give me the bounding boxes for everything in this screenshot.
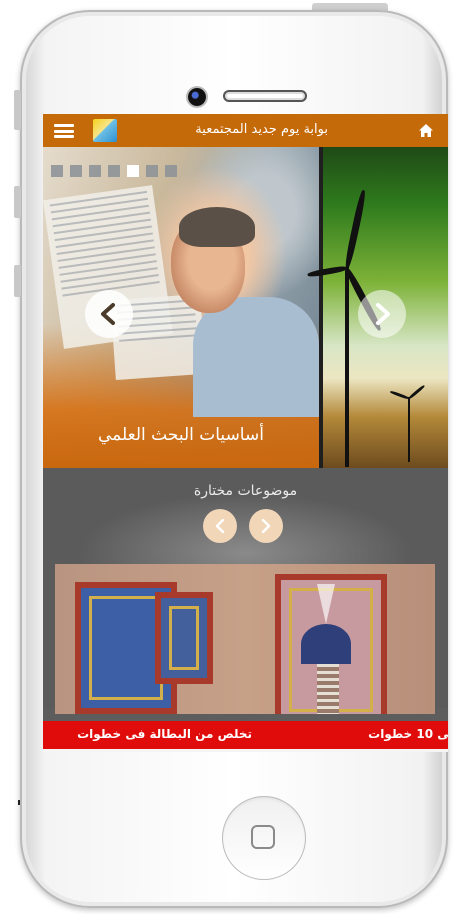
artwork-ladder [317, 664, 339, 714]
artwork-panel [155, 592, 213, 684]
slide-caption: أساسيات البحث العلمي [98, 425, 264, 445]
news-ticker[interactable]: س فى 10 خطوات تخلص من البطالة فى خطوات [43, 721, 448, 749]
hamburger-menu-icon[interactable] [54, 124, 74, 138]
volume-up-button [14, 186, 21, 218]
turbine-blade [408, 384, 426, 400]
turbine-blade [343, 189, 368, 270]
earpiece-speaker [223, 90, 307, 102]
app-logo [93, 119, 117, 142]
researcher-hair [179, 207, 255, 247]
front-camera [188, 88, 206, 106]
top-app-bar: بوابة يوم جديد المجتمعية [43, 114, 448, 147]
pagination-dot[interactable] [108, 165, 120, 177]
screen-bottom-edge [43, 749, 448, 752]
ticker-item[interactable]: تخلص من البطالة فى خطوات [77, 727, 252, 741]
home-button[interactable] [222, 796, 306, 880]
pagination-dot[interactable] [165, 165, 177, 177]
researcher-image [193, 297, 319, 417]
app-title: بوابة يوم جديد المجتمعية [195, 122, 328, 137]
slider-prev-button[interactable] [85, 290, 133, 338]
pagination-dot[interactable] [146, 165, 158, 177]
pagination-dot[interactable] [70, 165, 82, 177]
featured-topics-title: موضوعات مختارة [193, 483, 298, 499]
pagination-dot-active[interactable] [127, 165, 139, 177]
chevron-right-icon [376, 303, 390, 325]
pagination-dot[interactable] [89, 165, 101, 177]
home-icon[interactable] [418, 123, 434, 138]
featured-next-button[interactable] [249, 509, 283, 543]
pagination-dot[interactable] [51, 165, 63, 177]
mute-switch [14, 90, 21, 130]
slider-next-button[interactable] [358, 290, 406, 338]
featured-artwork-image[interactable] [55, 564, 435, 714]
chevron-right-icon [261, 519, 271, 533]
home-square-icon [251, 825, 275, 849]
app-screen: بوابة يوم جديد المجتمعية أساسيات البحث ا… [43, 114, 448, 752]
turbine-blade [389, 390, 410, 400]
volume-down-button [14, 265, 21, 297]
artwork-dome [301, 624, 351, 664]
turbine-pole [345, 267, 349, 467]
image-slider[interactable]: أساسيات البحث العلمي [43, 147, 448, 468]
chevron-left-icon [101, 303, 115, 325]
ticker-item[interactable]: س فى 10 خطوات [368, 727, 448, 741]
chevron-left-icon [215, 519, 225, 533]
turbine-pole [408, 397, 410, 462]
featured-topics-section: موضوعات مختارة [43, 468, 448, 714]
slide-scientific-research[interactable]: أساسيات البحث العلمي [43, 147, 319, 468]
slider-pagination [51, 162, 184, 181]
featured-prev-button[interactable] [203, 509, 237, 543]
